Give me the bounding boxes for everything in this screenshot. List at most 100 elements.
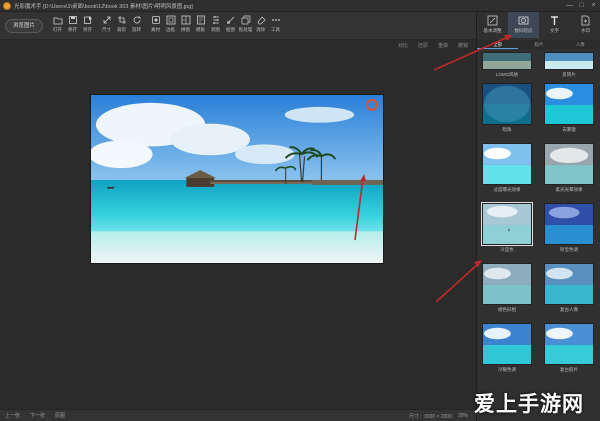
filter-name: 复古人像 (560, 307, 578, 312)
filter-preview (482, 323, 532, 365)
save-as-icon (83, 16, 92, 24)
panel-tabs: 基本调整 数码暗房 文字 水印 (477, 12, 600, 38)
filter-thumb[interactable]: 过度曝光效果 (482, 143, 532, 193)
filter-thumb-selected[interactable]: 冷蓝色 (481, 202, 533, 253)
tool-save-button[interactable]: 保存 (65, 15, 80, 37)
filter-thumb[interactable]: 复古胶片 (544, 323, 594, 373)
filter-thumb[interactable]: 复古人像 (544, 263, 594, 313)
restore-button[interactable]: 还原 (418, 42, 428, 49)
maximize-button[interactable]: □ (577, 1, 586, 10)
filter-thumb[interactable]: 暗角 (482, 83, 532, 133)
filter-name: 冷暖色调 (498, 367, 516, 372)
tool-label: 模板 (196, 27, 205, 32)
tool-label: 拼图 (181, 27, 190, 32)
title-bar: 光影魔术手 [D:\Users\1\桌面\book\12\book 303 素材… (0, 0, 600, 12)
tab-label: 水印 (581, 28, 590, 33)
sticker-icon (151, 16, 160, 24)
filter-name: 冷蓝色 (500, 247, 514, 252)
status-right: 尺寸：3000 × 2000 30% (409, 410, 468, 421)
filter-thumb[interactable]: 反转片 (544, 52, 594, 78)
tool-collage-button[interactable]: 拼图 (178, 15, 193, 37)
tool-open-button[interactable]: 打开 (50, 15, 65, 37)
filter-thumb[interactable]: 冷暖色调 (482, 323, 532, 373)
close-button[interactable]: × (589, 1, 598, 10)
tool-erase-button[interactable]: 消除 (253, 15, 268, 37)
tool-batch-button[interactable]: 批处理 (238, 15, 253, 37)
tool-label: 裁剪 (117, 27, 126, 32)
tool-resize-button[interactable]: 尺寸 (99, 15, 114, 37)
text-icon (551, 16, 558, 25)
compare-button[interactable]: 对比 (398, 42, 408, 49)
tool-frame-button[interactable]: 边框 (163, 15, 178, 37)
collage-icon (181, 15, 190, 25)
tab-watermark[interactable]: 水印 (570, 12, 600, 38)
filter-tab-film[interactable]: 胶片 (518, 40, 559, 49)
site-watermark-logo: 爱上手游网 (474, 393, 584, 416)
redo-button[interactable]: 重做 (438, 42, 448, 49)
filter-preview (482, 83, 532, 125)
tool-adjust-button[interactable]: 调图 (208, 15, 223, 37)
tab-label: 文字 (550, 28, 559, 33)
filter-preview (544, 263, 594, 305)
tools-icon (271, 19, 280, 21)
history-actions: 对比 还原 重做 撤销 (398, 42, 468, 49)
crop-icon (117, 16, 126, 24)
tool-crop-button[interactable]: 裁剪 (114, 15, 129, 37)
tab-darkroom[interactable]: 数码暗房 (508, 12, 539, 38)
filter-preview (544, 143, 594, 185)
sub-toolbar: 对比 还原 重做 撤销 (0, 40, 476, 52)
tool-more-button[interactable]: 工具 (268, 15, 283, 37)
filter-preview (482, 143, 532, 185)
undo-button[interactable]: 撤销 (458, 42, 468, 49)
tool-save-as-button[interactable]: 另存 (80, 15, 95, 37)
tool-group: 打开 保存 另存 尺寸 裁剪 旋转 素材 边框 拼图 模板 调图 抠图 批处理 … (50, 15, 283, 37)
zoom-level[interactable]: 30% (458, 413, 468, 419)
filter-preview (544, 52, 594, 70)
filter-thumb[interactable]: 褪色旧相 (482, 263, 532, 313)
adjust-icon (212, 16, 219, 24)
tool-label: 尺寸 (102, 27, 111, 32)
tool-label: 工具 (271, 27, 280, 32)
window-title: 光影魔术手 [D:\Users\1\桌面\book\12\book 303 素材… (14, 4, 193, 10)
tab-text[interactable]: 文字 (539, 12, 570, 38)
tool-cutout-button[interactable]: 抠图 (223, 15, 238, 37)
image-size-text: 尺寸：3000 × 2000 (409, 413, 452, 420)
tool-label: 保存 (68, 27, 77, 32)
tool-sticker-button[interactable]: 素材 (148, 15, 163, 37)
template-icon (196, 15, 205, 25)
tab-basic-adjust[interactable]: 基本调整 (477, 12, 508, 38)
photo-preview (90, 94, 384, 264)
tool-label: 抠图 (226, 27, 235, 32)
filter-thumb[interactable]: 阿宝色调 (544, 203, 594, 253)
filter-name: 暗角 (502, 127, 512, 132)
minimize-button[interactable]: — (565, 1, 574, 10)
filter-name: 褪色旧相 (498, 307, 516, 312)
filter-tab-all[interactable]: 全部 (477, 40, 519, 49)
filter-thumb[interactable]: 去雾镜 (544, 83, 594, 133)
filter-name: LOMO风格 (495, 72, 519, 77)
filter-category-tabs: 全部 胶片 人像 (477, 40, 600, 49)
filter-preview (481, 202, 533, 246)
filter-name: 阿宝色调 (560, 247, 578, 252)
filter-name: 柔光光晕效果 (555, 187, 583, 192)
open-browse-button[interactable]: 浏览图片 (5, 19, 43, 33)
tool-rotate-button[interactable]: 旋转 (129, 15, 144, 37)
tab-label: 基本调整 (483, 28, 502, 33)
filter-thumb[interactable]: 柔光光晕效果 (544, 143, 594, 193)
tool-template-button[interactable]: 模板 (193, 15, 208, 37)
original-view-button[interactable]: 原图 (55, 412, 65, 419)
filter-name: 去雾镜 (562, 127, 576, 132)
save-icon (68, 16, 77, 24)
filter-name: 反转片 (562, 72, 576, 77)
darkroom-icon (518, 16, 529, 25)
filter-thumb[interactable]: LOMO风格 (482, 52, 532, 78)
main-toolbar: 浏览图片 打开 保存 另存 尺寸 裁剪 旋转 素材 边框 拼图 模板 调图 抠图… (0, 12, 476, 40)
filter-tab-portrait[interactable]: 人像 (560, 40, 600, 49)
frame-icon (166, 15, 175, 25)
filter-preview (482, 52, 532, 70)
filter-name: 复古胶片 (560, 367, 578, 372)
filter-preview (544, 203, 594, 245)
prev-image-button[interactable]: 上一张 (5, 412, 20, 419)
tool-label: 旋转 (132, 27, 141, 32)
next-image-button[interactable]: 下一张 (30, 412, 45, 419)
